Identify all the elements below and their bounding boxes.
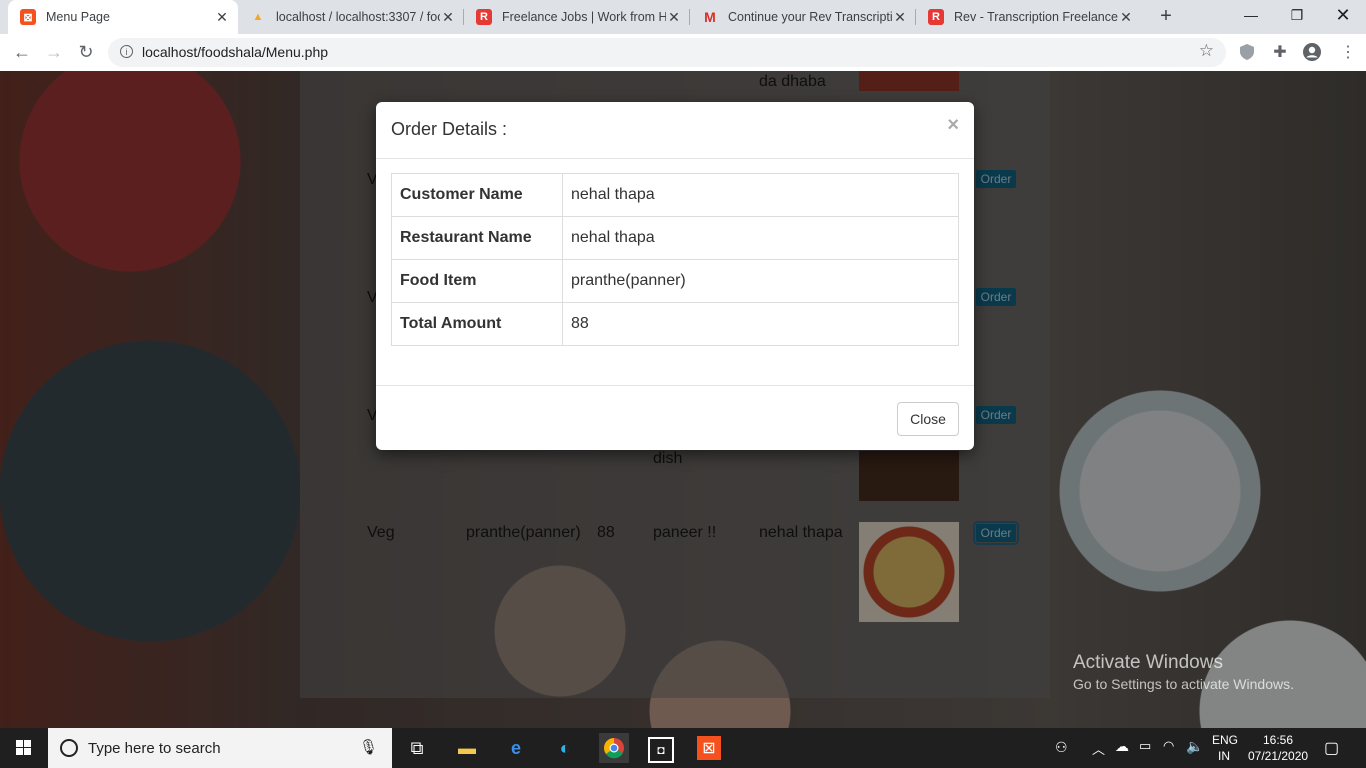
tab-title: localhost / localhost:3307 / foo xyxy=(276,10,440,24)
task-view-icon[interactable]: ⧉ xyxy=(402,733,432,763)
close-button[interactable]: Close xyxy=(897,402,959,436)
activate-windows-watermark: Activate Windows Go to Settings to activ… xyxy=(1073,652,1294,692)
back-button[interactable]: ← xyxy=(10,40,34,64)
tab-gmail[interactable]: M Continue your Rev Transcription ✕ xyxy=(690,0,916,34)
rev-icon: R xyxy=(928,9,944,25)
detail-label: Customer Name xyxy=(391,173,563,217)
maximize-button[interactable]: ❐ xyxy=(1274,0,1320,30)
volume-icon[interactable]: 🔈 xyxy=(1186,738,1203,768)
close-tab-icon[interactable]: ✕ xyxy=(1118,9,1134,26)
app-icon[interactable]: ◘ xyxy=(648,737,674,763)
start-button[interactable] xyxy=(0,728,48,768)
tab-title: Rev - Transcription Freelancer xyxy=(954,10,1118,24)
tab-title: Freelance Jobs | Work from Ho xyxy=(502,10,666,24)
gmail-icon: M xyxy=(704,9,716,25)
detail-value: nehal thapa xyxy=(562,173,959,217)
table-row: Restaurant Name nehal thapa xyxy=(391,216,959,260)
close-tab-icon[interactable]: ✕ xyxy=(440,9,456,26)
tab-strip: ⊠ Menu Page ✕ ▲ localhost / localhost:33… xyxy=(0,0,1366,34)
detail-label: Restaurant Name xyxy=(391,216,563,260)
search-icon xyxy=(60,739,78,757)
table-row: Total Amount 88 xyxy=(391,302,959,346)
table-row: Food Item pranthe(panner) xyxy=(391,259,959,303)
menu-kebab-icon[interactable]: ⋮ xyxy=(1338,42,1358,62)
extensions-puzzle-icon[interactable]: ✚ xyxy=(1270,42,1290,62)
tab-title: Continue your Rev Transcription xyxy=(728,10,892,24)
clock-time: 16:56 xyxy=(1262,733,1294,747)
close-tab-icon[interactable]: ✕ xyxy=(892,9,908,26)
detail-label: Total Amount xyxy=(391,302,563,346)
reload-button[interactable]: ↻ xyxy=(74,40,98,64)
browser-toolbar: ← → ↻ i localhost/foodshala/Menu.php ☆ ✚… xyxy=(0,34,1366,72)
tab-title: Menu Page xyxy=(46,10,110,24)
detail-value: nehal thapa xyxy=(562,216,959,260)
file-explorer-icon[interactable]: ▬ xyxy=(452,733,482,763)
profile-avatar-icon[interactable] xyxy=(1302,42,1322,62)
order-details-modal: Order Details : × Customer Name nehal th… xyxy=(376,102,974,450)
tab-phpmyadmin[interactable]: ▲ localhost / localhost:3307 / foo ✕ xyxy=(238,0,464,34)
region-code: IN xyxy=(1218,749,1230,763)
tab-freelance-jobs[interactable]: R Freelance Jobs | Work from Ho ✕ xyxy=(464,0,690,34)
language-indicator[interactable]: ENG IN xyxy=(1212,732,1239,768)
order-details-table: Customer Name nehal thapa Restaurant Nam… xyxy=(391,173,959,346)
microphone-icon[interactable]: 🎙 xyxy=(359,738,378,756)
people-icon[interactable]: ⚇ xyxy=(1055,739,1068,768)
modal-header: Order Details : × xyxy=(376,102,974,159)
internet-explorer-icon[interactable]: e xyxy=(501,733,531,763)
windows-taskbar: Type here to search 🎙 ⧉ ▬ e ◐ ◘ ⊠ ⚇ ︿ ☁ … xyxy=(0,728,1366,768)
notifications-icon[interactable]: ▢ xyxy=(1324,738,1339,768)
search-placeholder: Type here to search xyxy=(88,740,221,757)
tab-menu-page[interactable]: ⊠ Menu Page ✕ xyxy=(8,0,238,34)
onedrive-cloud-icon[interactable]: ☁ xyxy=(1115,738,1129,768)
chevron-up-icon[interactable]: ︿ xyxy=(1092,739,1105,768)
battery-icon[interactable]: ▭ xyxy=(1139,738,1151,768)
new-tab-button[interactable]: + xyxy=(1155,5,1177,27)
info-icon[interactable]: i xyxy=(120,45,133,58)
windows-logo-icon xyxy=(16,740,31,755)
wifi-icon[interactable]: ◠ xyxy=(1163,738,1174,768)
shield-extension-icon[interactable] xyxy=(1237,42,1257,62)
detail-value: pranthe(panner) xyxy=(562,259,959,303)
close-window-button[interactable]: ✕ xyxy=(1320,0,1366,30)
modal-title: Order Details : xyxy=(391,119,508,139)
watermark-subtitle: Go to Settings to activate Windows. xyxy=(1073,676,1294,692)
modal-close-icon[interactable]: × xyxy=(947,114,959,137)
tab-rev[interactable]: R Rev - Transcription Freelancer ✕ xyxy=(916,0,1142,34)
language-code: ENG xyxy=(1212,733,1239,747)
close-tab-icon[interactable]: ✕ xyxy=(214,9,230,26)
forward-button[interactable]: → xyxy=(42,40,66,64)
xampp-icon[interactable]: ⊠ xyxy=(697,736,721,760)
phpmyadmin-icon: ▲ xyxy=(252,11,264,23)
rev-icon: R xyxy=(476,9,492,25)
bookmark-star-icon[interactable]: ☆ xyxy=(1199,41,1214,61)
chrome-icon[interactable] xyxy=(599,733,629,763)
detail-value: 88 xyxy=(562,302,959,346)
detail-label: Food Item xyxy=(391,259,563,303)
minimize-button[interactable]: — xyxy=(1228,0,1274,30)
close-tab-icon[interactable]: ✕ xyxy=(666,9,682,26)
address-bar[interactable]: i localhost/foodshala/Menu.php ☆ xyxy=(108,38,1226,67)
xampp-icon: ⊠ xyxy=(20,9,36,25)
taskbar-search[interactable]: Type here to search 🎙 xyxy=(48,728,392,768)
modal-footer: Close xyxy=(376,385,974,451)
system-clock[interactable]: 16:56 07/21/2020 xyxy=(1248,732,1308,764)
clock-date: 07/21/2020 xyxy=(1248,749,1309,763)
url-text[interactable]: localhost/foodshala/Menu.php xyxy=(142,44,328,60)
table-row: Customer Name nehal thapa xyxy=(391,173,959,217)
edge-icon[interactable]: ◐ xyxy=(550,733,580,763)
watermark-title: Activate Windows xyxy=(1073,652,1223,673)
